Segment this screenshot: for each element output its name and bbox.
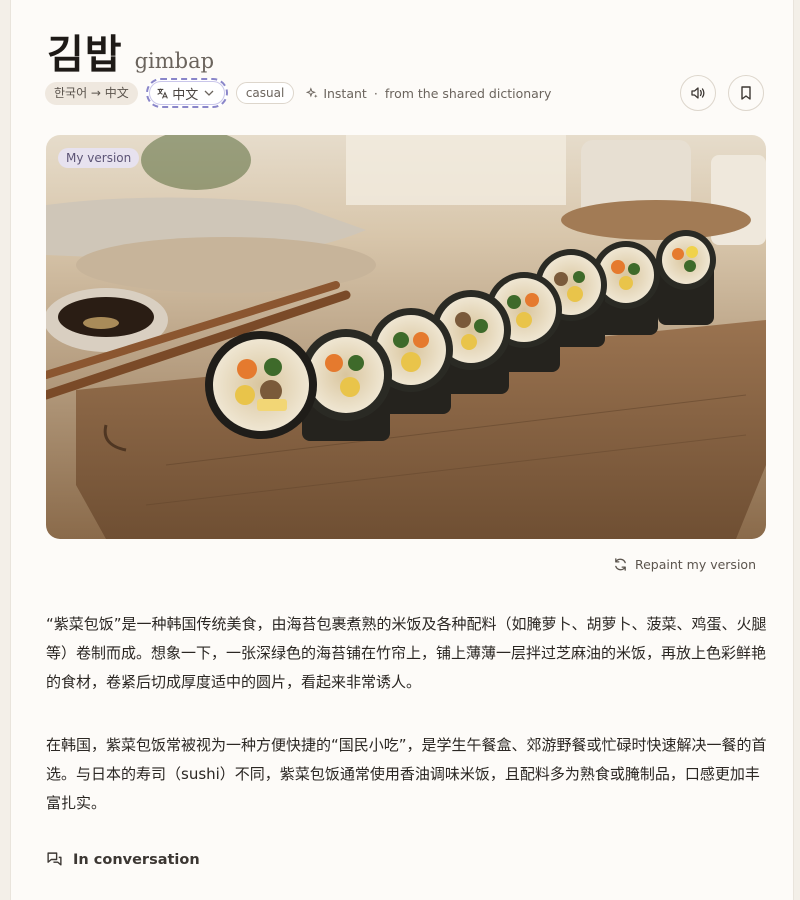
repaint-label: Repaint my version [634, 557, 756, 572]
play-audio-button[interactable] [680, 75, 716, 111]
headword: 김밥 [47, 32, 123, 78]
direction-chip: 한국어 → 中文 [45, 81, 138, 105]
refresh-icon [615, 558, 626, 571]
gimbap-photo-image [46, 135, 766, 539]
translate-icon [157, 88, 169, 99]
source-separator: · [373, 85, 378, 101]
in-conversation-section-header[interactable]: In conversation [46, 851, 200, 868]
gimbap-illustration: My version [46, 135, 766, 539]
source-label: from the shared dictionary [384, 85, 552, 101]
definition-paragraph-2: 在韩国，紫菜包饭常被视为一种方便快捷的“国民小吃”，是学生午餐盒、郊游野餐或忙碌… [46, 736, 767, 812]
bookmark-icon [741, 86, 751, 100]
entry-card: 김밥 gimbap 한국어 → 中文 中文 casual Instant · f… [10, 0, 794, 900]
my-version-badge: My version [58, 148, 140, 168]
bookmark-button[interactable] [728, 75, 764, 111]
entry-header: 김밥 gimbap [47, 22, 214, 80]
speaker-icon [691, 87, 705, 99]
entry-chips: 한국어 → 中文 中文 casual Instant · from the sh… [45, 78, 551, 108]
target-language-label: 中文 [172, 87, 199, 103]
sparkle-icon [306, 86, 318, 98]
source-mode: Instant [323, 85, 367, 101]
romanization: gimbap [134, 49, 215, 73]
target-language-select[interactable]: 中文 [145, 78, 228, 108]
source-info: Instant · from the shared dictionary [306, 86, 551, 101]
chevron-down-icon [204, 90, 214, 96]
definition-paragraph-1: “紫菜包饭”是一种韩国传统美食，由海苔包裹煮熟的米饭及各种配料（如腌萝卜、胡萝卜… [46, 615, 767, 691]
in-conversation-label: In conversation [73, 851, 200, 868]
chat-bubbles-icon [47, 852, 62, 866]
repaint-button[interactable]: Repaint my version [613, 557, 756, 572]
register-chip[interactable]: casual [235, 82, 295, 104]
